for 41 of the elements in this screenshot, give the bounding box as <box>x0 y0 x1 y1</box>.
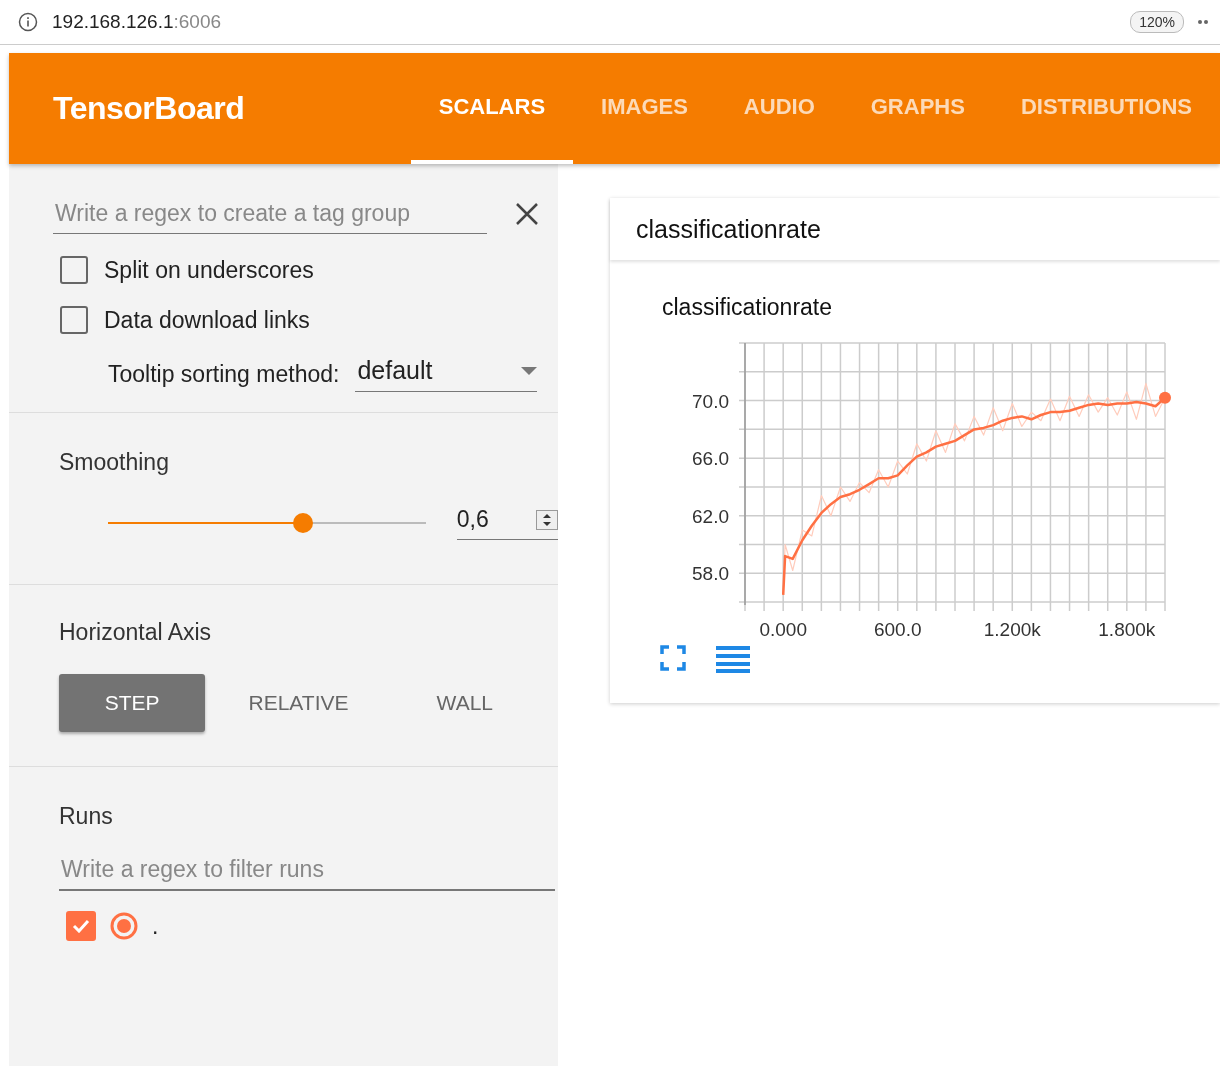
axis-option-button[interactable]: WALL <box>391 674 538 732</box>
x-tick-label: 1.800k <box>1098 619 1156 640</box>
axis-option-button[interactable]: STEP <box>59 674 206 732</box>
section-heading: Runs <box>59 803 114 830</box>
axis-option-button[interactable]: RELATIVE <box>225 674 372 732</box>
smoothing-input[interactable]: 0,6 <box>456 506 558 540</box>
run-color-radio[interactable] <box>110 912 138 940</box>
app-title: TensorBoard <box>52 89 246 128</box>
zoom-level-badge[interactable]: 120% <box>1130 11 1184 33</box>
info-icon[interactable] <box>18 12 38 32</box>
checkbox-label: Data download links <box>104 306 310 334</box>
runs-regex-field[interactable]: Write a regex to filter runs <box>59 850 555 891</box>
tag-regex-field[interactable]: Write a regex to create a tag group <box>53 194 487 234</box>
list-icon[interactable] <box>716 645 750 673</box>
y-tick-label: 70.0 <box>692 390 729 412</box>
run-checkbox[interactable] <box>66 911 96 941</box>
section-heading: Smoothing <box>59 449 170 476</box>
sort-method-dropdown[interactable]: default <box>355 356 538 392</box>
close-icon[interactable] <box>515 202 539 226</box>
caret-icon[interactable] <box>521 366 538 375</box>
x-tick-label: 600.0 <box>873 619 922 640</box>
y-tick-label: 58.0 <box>692 563 729 585</box>
checkbox[interactable] <box>60 306 88 334</box>
x-tick-label: 0.000 <box>759 619 807 640</box>
checkbox[interactable] <box>60 256 88 284</box>
spinner-icon[interactable] <box>536 509 558 530</box>
section-heading: Horizontal Axis <box>59 619 213 646</box>
slider-thumb[interactable] <box>293 513 314 533</box>
checkbox-label: Split on underscores <box>104 256 314 284</box>
card-title: classificationrate <box>610 198 1220 260</box>
last-point-marker <box>1159 391 1171 404</box>
fullscreen-icon[interactable] <box>660 645 686 671</box>
tooltip-sort-label: Tooltip sorting method: <box>108 360 340 388</box>
x-tick-label: 1.200k <box>983 619 1041 640</box>
url-text[interactable]: 192.168.126.1:6006 <box>52 11 222 33</box>
chart-title: classificationrate <box>662 294 834 321</box>
run-label: . <box>152 912 159 940</box>
more-icon[interactable] <box>1198 19 1208 25</box>
y-tick-label: 62.0 <box>692 505 729 527</box>
checkmark-icon <box>72 919 90 933</box>
y-tick-label: 66.0 <box>692 448 729 470</box>
